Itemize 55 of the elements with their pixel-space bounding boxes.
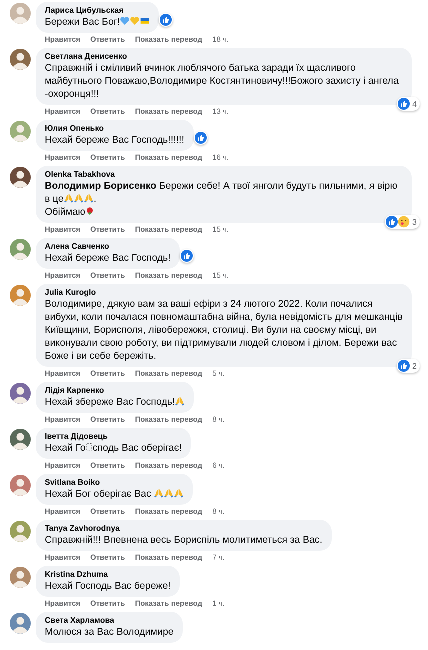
praying-hands-icon (84, 193, 94, 203)
reaction-badge[interactable] (159, 13, 174, 27)
author-name[interactable]: Светлана Денисенко (45, 51, 128, 62)
avatar[interactable] (10, 429, 31, 450)
author-name[interactable]: Света Харламова (45, 615, 114, 626)
author-name[interactable]: Kristina Dzhuma (45, 569, 108, 580)
author-name[interactable]: Svitlana Boiko (45, 477, 100, 488)
reaction-badge[interactable] (180, 249, 194, 263)
rose-icon (85, 206, 96, 216)
avatar[interactable] (10, 167, 31, 188)
like-icon (386, 216, 398, 228)
like-icon (160, 14, 172, 26)
praying-hands-icon (164, 488, 174, 498)
author-name[interactable]: Іветта Дідовець (45, 431, 108, 442)
like-icon (398, 98, 410, 110)
heart-icon (130, 16, 140, 26)
comment-text: Нехай Бог оберігає Вас (45, 488, 184, 501)
author-name[interactable]: Julia Kuroglo (45, 287, 96, 298)
comment-text: Нехай Господь Вас береже! (45, 580, 171, 593)
flag-icon (140, 16, 150, 26)
reaction-count: 3 (412, 218, 418, 226)
like-icon (180, 250, 193, 262)
author-name[interactable]: Лідія Карпенко (45, 385, 104, 396)
comment-text: Молюся за Вас Володимире (45, 626, 174, 639)
comment-text: Нехай Го сподь Вас оберігає! (45, 442, 182, 455)
comment-text: Бережи Вас Бог! (45, 16, 150, 29)
praying-hands-icon (154, 488, 164, 498)
author-name[interactable]: Алена Савченко (45, 241, 110, 252)
missing-glyph-icon (86, 442, 93, 452)
praying-hands-icon (174, 488, 184, 498)
author-name[interactable]: Лариса Цибульская (45, 5, 124, 16)
comment-text: Нехай береже Вас Господь! (45, 252, 171, 265)
reaction-count: 4 (412, 100, 418, 108)
praying-hands-icon (175, 396, 186, 406)
heart-icon (120, 16, 130, 26)
praying-hands-icon (74, 193, 84, 203)
author-name[interactable]: Tanya Zavhorodnya (45, 523, 120, 534)
avatar[interactable] (10, 613, 31, 634)
author-name[interactable]: Olenka Tabakhova (45, 169, 116, 180)
care-icon (398, 216, 410, 228)
comment-text: Нехай береже Вас Господь!!!!!! (45, 134, 184, 147)
reaction-badge[interactable] (194, 131, 208, 145)
reaction-count: 2 (412, 362, 418, 370)
avatar[interactable] (10, 383, 31, 404)
reaction-badge[interactable]: 3 (384, 215, 420, 229)
comment-text: Справжній!!! Впевнена весь Бориспіль молитиметься за Вас. (45, 534, 323, 547)
praying-hands-icon (64, 193, 74, 203)
avatar[interactable] (10, 475, 31, 496)
avatar[interactable] (10, 49, 31, 70)
author-name[interactable]: Юлия Опенько (45, 123, 104, 134)
reaction-badge[interactable]: 4 (396, 97, 420, 111)
like-icon (398, 360, 410, 372)
comment-text: Нехай збереже Вас Господь! (45, 396, 186, 409)
like-icon (194, 132, 206, 144)
reaction-badge[interactable]: 2 (396, 359, 420, 373)
